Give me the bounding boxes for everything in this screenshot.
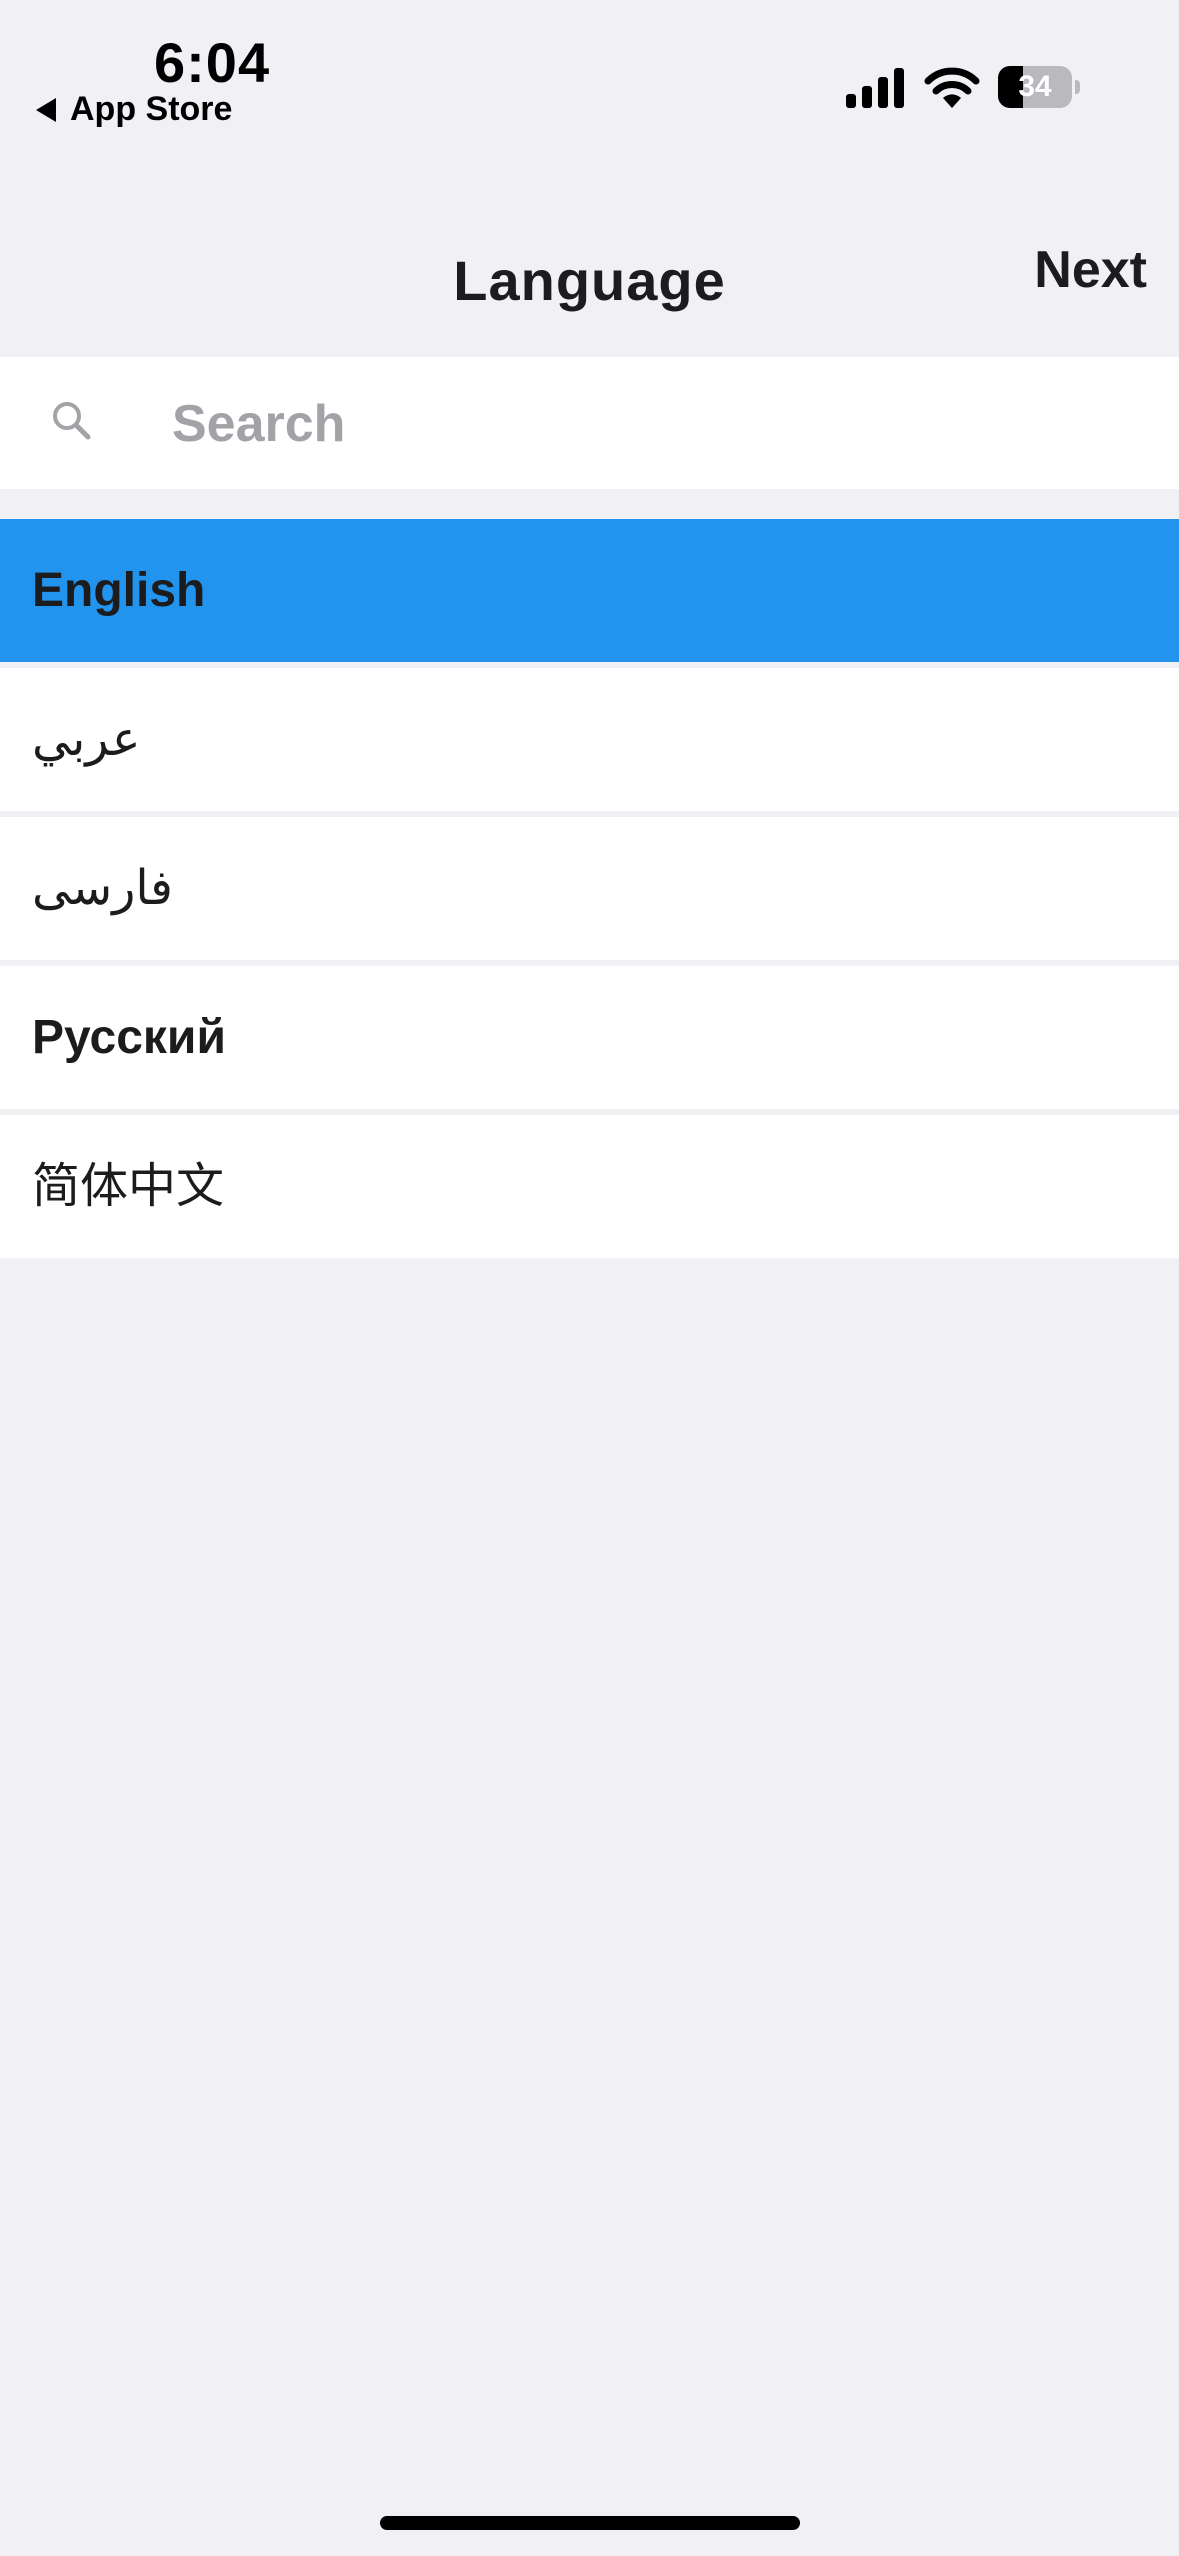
next-button[interactable]: Next — [1034, 240, 1147, 300]
language-label: عربي — [32, 713, 141, 766]
battery-level: 34 — [1018, 70, 1052, 103]
search-input[interactable] — [170, 381, 1134, 467]
language-label: English — [32, 564, 206, 617]
language-row[interactable]: عربي — [0, 668, 1179, 811]
navigation-bar: Language Next — [0, 200, 1179, 356]
status-bar: 6:04 App Store 34 — [0, 0, 1179, 150]
cellular-signal-icon — [846, 68, 904, 108]
search-bar — [0, 357, 1179, 489]
page-title: Language — [453, 249, 726, 312]
language-label: Русский — [32, 1011, 226, 1064]
back-triangle-icon — [36, 97, 56, 122]
back-to-app-store-button[interactable]: App Store — [36, 90, 232, 129]
status-time: 6:04 — [154, 31, 271, 94]
language-row[interactable]: English — [0, 519, 1179, 662]
language-list: English عربي فارسی Русский 简体中文 — [0, 519, 1179, 1264]
wifi-icon — [924, 67, 980, 108]
home-indicator[interactable] — [380, 2516, 800, 2530]
battery-icon: 34 — [998, 66, 1082, 108]
back-app-label: App Store — [70, 90, 233, 128]
language-label: 简体中文 — [32, 1160, 225, 1213]
language-label: فارسی — [32, 862, 173, 915]
language-row[interactable]: 简体中文 — [0, 1115, 1179, 1258]
language-row[interactable]: فارسی — [0, 817, 1179, 960]
language-row[interactable]: Русский — [0, 966, 1179, 1109]
search-icon — [53, 402, 91, 440]
